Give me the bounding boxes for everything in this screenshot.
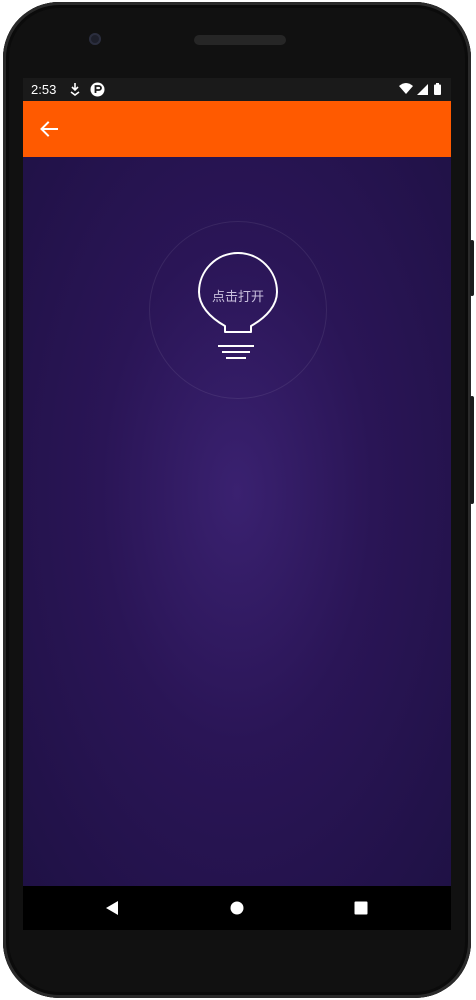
status-bar: 2:53: [23, 78, 451, 101]
earpiece-speaker: [194, 35, 286, 45]
power-button: [470, 240, 474, 296]
app-bar: [23, 101, 451, 157]
nav-home-button[interactable]: [227, 898, 247, 918]
home-circle-icon: [230, 901, 244, 915]
nav-recents-button[interactable]: [351, 898, 371, 918]
wifi-icon: [399, 81, 413, 97]
screen: 2:53 点击打开: [23, 78, 451, 930]
app-notification-icon: [89, 81, 105, 97]
main-content: 点击打开: [23, 157, 451, 886]
light-bulb-icon: [198, 252, 278, 359]
status-time: 2:53: [31, 82, 57, 97]
volume-button: [470, 396, 474, 504]
bulb-label: 点击打开: [211, 290, 264, 305]
navigation-bar: [23, 886, 451, 930]
download-icon: [69, 81, 81, 97]
battery-icon: [433, 81, 441, 97]
back-button[interactable]: [37, 117, 61, 141]
recents-square-icon: [354, 901, 368, 915]
back-triangle-icon: [106, 901, 118, 915]
signal-icon: [416, 81, 428, 97]
front-camera: [89, 33, 101, 45]
arrow-back-icon: [40, 121, 58, 137]
nav-back-button[interactable]: [102, 898, 122, 918]
light-bulb-button[interactable]: 点击打开: [149, 221, 327, 399]
